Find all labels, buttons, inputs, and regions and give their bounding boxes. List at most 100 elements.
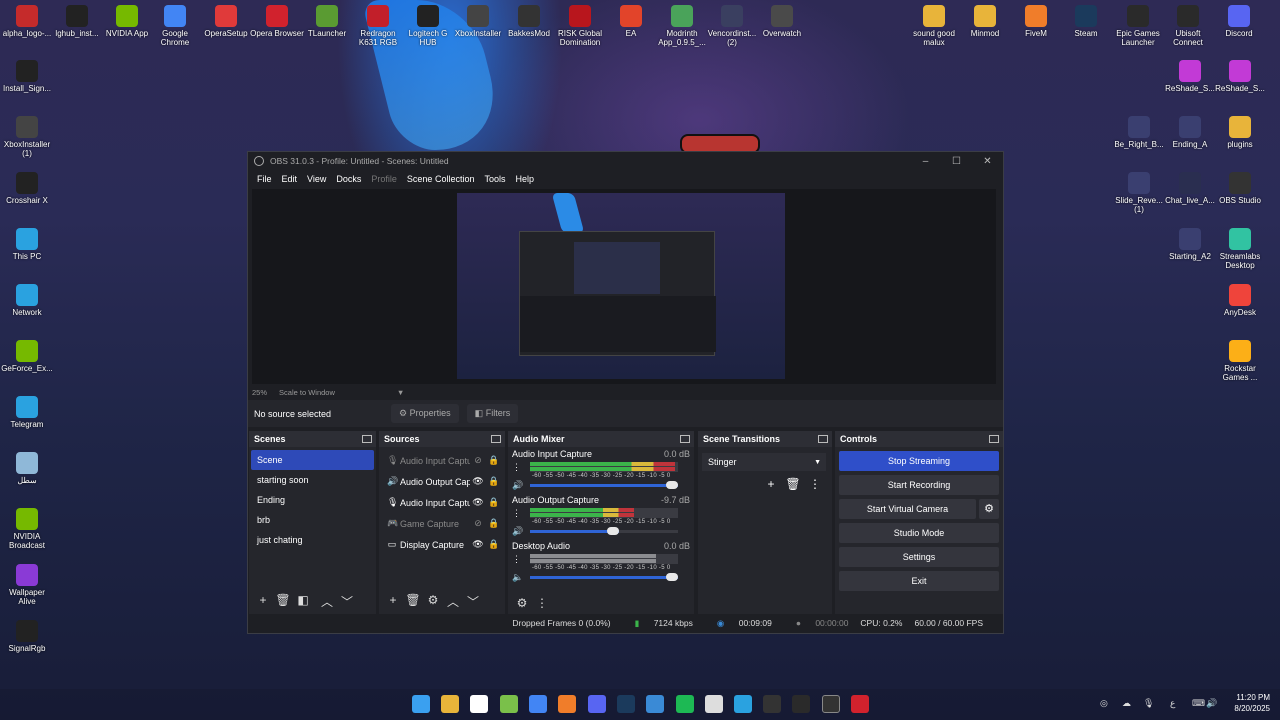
studio-mode-button[interactable]: Studio Mode bbox=[839, 523, 999, 543]
menu-tools[interactable]: Tools bbox=[479, 174, 510, 184]
desktop-shortcut[interactable]: Network bbox=[0, 284, 54, 317]
fivem-icon[interactable] bbox=[558, 695, 576, 713]
start-virtual-camera-button[interactable]: Start Virtual Camera bbox=[839, 499, 976, 519]
desktop-shortcut[interactable]: Google Chrome bbox=[148, 5, 202, 47]
desktop-shortcut[interactable]: Telegram bbox=[0, 396, 54, 429]
store-icon[interactable] bbox=[470, 695, 488, 713]
desktop-shortcut[interactable]: plugins bbox=[1213, 116, 1267, 149]
move-up-icon[interactable]: ︿ bbox=[317, 593, 337, 610]
desktop-shortcut[interactable]: NVIDIA Broadcast bbox=[0, 508, 54, 550]
desktop-shortcut[interactable]: sound good malux bbox=[907, 5, 961, 47]
undock-icon[interactable] bbox=[989, 435, 999, 443]
scene-item[interactable]: brb bbox=[251, 510, 374, 530]
link-gear-icon[interactable]: ⚙ bbox=[512, 596, 532, 610]
desktop-shortcut[interactable]: This PC bbox=[0, 228, 54, 261]
menu-file[interactable]: File bbox=[252, 174, 277, 184]
eye-hidden-icon[interactable]: ⊘ bbox=[470, 455, 486, 466]
desktop-shortcut[interactable]: Crosshair X bbox=[0, 172, 54, 205]
source-item[interactable]: 🎮 Game Capture ⊘ 🔒 bbox=[379, 513, 505, 534]
desktop-shortcut[interactable]: OBS Studio bbox=[1213, 172, 1267, 205]
desktop-shortcut[interactable]: Chat_live_A... bbox=[1163, 172, 1217, 205]
scale-mode[interactable]: Scale to Window bbox=[279, 388, 335, 397]
desktop-shortcut[interactable]: Rockstar Games ... bbox=[1213, 340, 1267, 382]
desktop-shortcut[interactable]: EA bbox=[604, 5, 658, 38]
move-up-icon[interactable]: ︿ bbox=[443, 593, 463, 610]
steam-icon[interactable] bbox=[617, 695, 635, 713]
volume-slider[interactable] bbox=[530, 572, 678, 581]
desktop-shortcut[interactable]: alpha_logo-... bbox=[0, 5, 54, 38]
more-options-icon[interactable]: ⋮ bbox=[532, 596, 552, 610]
desktop-shortcut[interactable]: Vencordinst... (2) bbox=[705, 5, 759, 47]
more-options-icon[interactable]: ⋮ bbox=[512, 462, 521, 473]
file-explorer-icon[interactable] bbox=[441, 695, 459, 713]
chevron-down-icon[interactable]: ▼ bbox=[397, 388, 404, 397]
trash-icon[interactable]: 🗑 bbox=[403, 593, 423, 610]
eye-icon[interactable]: 👁 bbox=[470, 497, 486, 508]
desktop-shortcut[interactable]: Be_Right_B... bbox=[1112, 116, 1166, 149]
desktop-shortcut[interactable]: BakkesMod bbox=[502, 5, 556, 38]
add-icon[interactable]: + bbox=[383, 593, 403, 610]
trash-icon[interactable]: 🗑 bbox=[782, 477, 804, 491]
source-item[interactable]: 🔊Audio Output Capture👁🔒 bbox=[379, 471, 505, 492]
desktop-shortcut[interactable]: ReShade_S... bbox=[1163, 60, 1217, 93]
desktop-shortcut[interactable]: Discord bbox=[1212, 5, 1266, 38]
spotify-icon[interactable] bbox=[676, 695, 694, 713]
scene-item[interactable]: just chating bbox=[251, 530, 374, 550]
input-language[interactable]: ع bbox=[1170, 698, 1175, 709]
stop-streaming-button[interactable]: Stop Streaming bbox=[839, 451, 999, 471]
volume-slider-handle[interactable] bbox=[606, 526, 619, 535]
obs-titlebar[interactable]: OBS 31.0.3 - Profile: Untitled - Scenes:… bbox=[248, 152, 1003, 170]
lock-icon[interactable]: 🔒 bbox=[486, 476, 502, 487]
scene-item[interactable]: starting soon bbox=[251, 470, 374, 490]
volume-slider[interactable] bbox=[530, 526, 678, 535]
volume-slider[interactable] bbox=[530, 480, 678, 489]
windows-start-icon[interactable] bbox=[412, 695, 430, 713]
source-item[interactable]: 🎙Audio Input Capture⊘🔒 bbox=[379, 450, 505, 471]
lock-icon[interactable]: 🔒 bbox=[486, 497, 502, 508]
scene-item[interactable]: Ending bbox=[251, 490, 374, 510]
menu-edit[interactable]: Edit bbox=[277, 174, 303, 184]
menu-view[interactable]: View bbox=[302, 174, 331, 184]
virtual-camera-settings-icon[interactable]: ⚙ bbox=[979, 499, 999, 519]
desktop-shortcut[interactable]: RISK Global Domination bbox=[553, 5, 607, 47]
eye-icon[interactable]: 👁 bbox=[470, 476, 486, 487]
undock-icon[interactable] bbox=[818, 435, 828, 443]
more-options-icon[interactable]: ⋮ bbox=[512, 508, 521, 519]
desktop-shortcut[interactable]: Logitech G HUB bbox=[401, 5, 455, 47]
obs-icon[interactable] bbox=[822, 695, 840, 713]
more-options-icon[interactable]: ⋮ bbox=[804, 477, 826, 491]
desktop-shortcut[interactable]: Modrinth App_0.9.5_... bbox=[655, 5, 709, 47]
source-item[interactable]: ▭ Display Capture 👁 🔒 bbox=[379, 534, 505, 555]
bakkesmod-icon[interactable] bbox=[763, 695, 781, 713]
desktop-shortcut[interactable]: Wallpaper Alive bbox=[0, 564, 54, 606]
tray-app-icon[interactable]: ◎ bbox=[1100, 698, 1108, 709]
move-down-icon[interactable]: ﹀ bbox=[463, 593, 483, 610]
desktop-shortcut[interactable]: AnyDesk bbox=[1213, 284, 1267, 317]
lock-icon[interactable]: 🔒 bbox=[486, 539, 502, 550]
desktop-shortcut[interactable]: ReShade_S... bbox=[1213, 60, 1267, 93]
menu-scene-collection[interactable]: Scene Collection bbox=[402, 174, 480, 184]
properties-button[interactable]: ⚙ Properties bbox=[391, 404, 459, 423]
desktop-shortcut[interactable]: Ending_A bbox=[1163, 116, 1217, 149]
maximize-button[interactable]: ☐ bbox=[941, 156, 972, 167]
desktop-shortcut[interactable]: Ubisoft Connect bbox=[1161, 5, 1215, 47]
lock-icon[interactable]: 🔒 bbox=[486, 455, 502, 466]
opera-icon[interactable] bbox=[851, 695, 869, 713]
desktop-shortcut[interactable]: NVIDIA App bbox=[100, 5, 154, 38]
desktop-shortcut[interactable]: TLauncher bbox=[300, 5, 354, 38]
volume-slider-handle[interactable] bbox=[666, 480, 678, 489]
desktop-shortcut[interactable]: lghub_inst... bbox=[50, 5, 104, 38]
shield-icon[interactable] bbox=[646, 695, 664, 713]
desktop-shortcut[interactable]: Redragon K631 RGB bbox=[351, 5, 405, 47]
desktop-shortcut[interactable]: Starting_A2 bbox=[1163, 228, 1217, 261]
preview-canvas[interactable] bbox=[252, 189, 996, 384]
speaker-icon[interactable]: 🔊 bbox=[512, 526, 526, 537]
settings-button[interactable]: Settings bbox=[839, 547, 999, 567]
settings-icon[interactable] bbox=[705, 695, 723, 713]
speaker-icon[interactable]: 🔊 bbox=[512, 480, 526, 491]
clock[interactable]: 11:20 PM 8/20/2025 bbox=[1226, 692, 1270, 714]
desktop-shortcut[interactable]: Slide_Reve... (1) bbox=[1112, 172, 1166, 214]
volume-icon[interactable]: 🔊 bbox=[1206, 698, 1217, 709]
transition-select[interactable]: Stinger ▼ bbox=[702, 453, 826, 471]
network-icon[interactable]: ⌨ bbox=[1192, 698, 1205, 709]
